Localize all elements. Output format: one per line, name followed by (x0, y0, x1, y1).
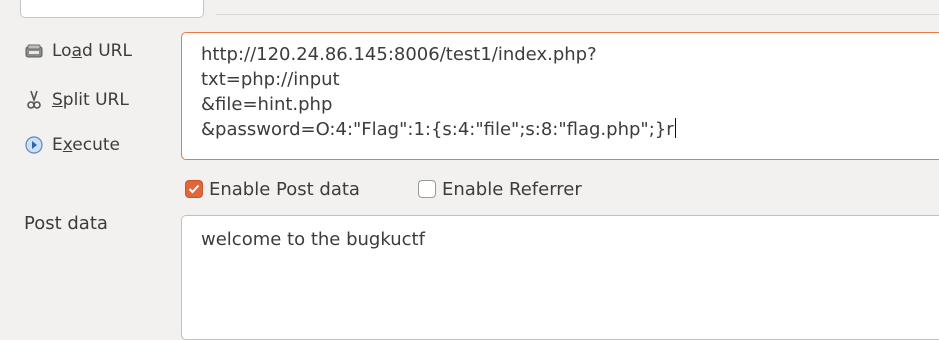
top-toolbar-strip (216, 0, 939, 15)
execute-icon (24, 135, 44, 155)
checkmark-icon (185, 180, 203, 198)
enable-referrer-checkbox[interactable]: Enable Referrer (418, 177, 582, 201)
post-data-value: welcome to the bugkuctf (201, 229, 425, 250)
split-url-button[interactable]: Split URL (24, 87, 129, 113)
unchecked-box-icon (418, 180, 436, 198)
load-url-button[interactable]: Load URL (24, 38, 132, 64)
url-line: &password=O:4:"Flag":1:{s:4:"file";s:8:"… (201, 118, 676, 140)
top-dropdown[interactable] (20, 0, 204, 18)
url-textarea[interactable]: http://120.24.86.145:8006/test1/index.ph… (181, 32, 939, 160)
post-data-textarea[interactable]: welcome to the bugkuctf (181, 215, 939, 340)
enable-post-data-label: Enable Post data (209, 178, 360, 200)
split-url-label: Split URL (52, 90, 129, 110)
execute-button[interactable]: Execute (24, 132, 120, 158)
post-data-label: Post data (24, 213, 108, 234)
load-url-label: Load URL (52, 41, 132, 61)
enable-referrer-label: Enable Referrer (442, 178, 582, 200)
load-url-icon (24, 41, 44, 61)
enable-post-data-checkbox[interactable]: Enable Post data (185, 177, 360, 201)
text-caret (674, 118, 676, 138)
url-line: txt=php://input (201, 69, 340, 90)
split-url-icon (24, 90, 44, 110)
url-line: http://120.24.86.145:8006/test1/index.ph… (201, 44, 597, 65)
url-line: &file=hint.php (201, 94, 333, 115)
execute-label: Execute (52, 135, 121, 155)
